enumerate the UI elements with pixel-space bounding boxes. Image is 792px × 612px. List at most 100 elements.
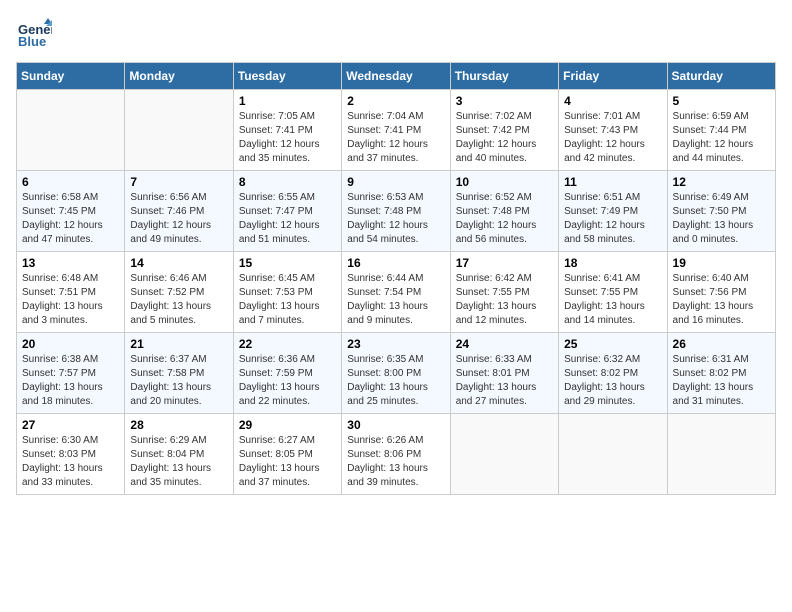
calendar-day-cell: 30 Sunrise: 6:26 AM Sunset: 8:06 PM Dayli… <box>342 414 450 495</box>
day-number: 14 <box>130 256 227 270</box>
day-info: Sunrise: 6:40 AM Sunset: 7:56 PM Dayligh… <box>673 272 770 328</box>
day-info: Sunrise: 6:42 AM Sunset: 7:55 PM Dayligh… <box>456 272 553 328</box>
day-info: Sunrise: 6:44 AM Sunset: 7:54 PM Dayligh… <box>347 272 444 328</box>
day-info: Sunrise: 6:35 AM Sunset: 8:00 PM Dayligh… <box>347 353 444 409</box>
day-info: Sunrise: 7:02 AM Sunset: 7:42 PM Dayligh… <box>456 110 553 166</box>
day-info: Sunrise: 6:26 AM Sunset: 8:06 PM Dayligh… <box>347 434 444 490</box>
day-number: 17 <box>456 256 553 270</box>
day-number: 30 <box>347 418 444 432</box>
calendar-day-cell: 18 Sunrise: 6:41 AM Sunset: 7:55 PM Dayli… <box>559 252 667 333</box>
calendar-day-cell <box>559 414 667 495</box>
calendar-week-row: 20Sunrise: 6:38 AM Sunset: 7:57 PM Dayli… <box>17 333 776 414</box>
svg-text:Blue: Blue <box>18 34 46 49</box>
day-info: Sunrise: 6:36 AM Sunset: 7:59 PM Dayligh… <box>239 353 336 409</box>
day-number: 10 <box>456 175 553 189</box>
logo: General Blue <box>16 16 56 52</box>
day-number: 29 <box>239 418 336 432</box>
calendar-day-cell <box>125 90 233 171</box>
day-info: Sunrise: 6:32 AM Sunset: 8:02 PM Dayligh… <box>564 353 661 409</box>
day-number: 1 <box>239 94 336 108</box>
day-number: 9 <box>347 175 444 189</box>
calendar-week-row: 27 Sunrise: 6:30 AM Sunset: 8:03 PM Dayli… <box>17 414 776 495</box>
day-number: 12 <box>673 175 770 189</box>
calendar-day-cell: 9 Sunrise: 6:53 AM Sunset: 7:48 PM Daylig… <box>342 171 450 252</box>
calendar-day-cell: 14 Sunrise: 6:46 AM Sunset: 7:52 PM Dayli… <box>125 252 233 333</box>
calendar-day-cell: 26 Sunrise: 6:31 AM Sunset: 8:02 PM Dayli… <box>667 333 775 414</box>
day-info: Sunrise: 6:58 AM Sunset: 7:45 PM Dayligh… <box>22 191 119 247</box>
day-info: Sunrise: 7:04 AM Sunset: 7:41 PM Dayligh… <box>347 110 444 166</box>
calendar-day-cell: 20Sunrise: 6:38 AM Sunset: 7:57 PM Dayli… <box>17 333 125 414</box>
weekday-header-tuesday: Tuesday <box>233 63 341 90</box>
calendar-day-cell: 16Sunrise: 6:44 AM Sunset: 7:54 PM Dayli… <box>342 252 450 333</box>
weekday-header-wednesday: Wednesday <box>342 63 450 90</box>
weekday-header-sunday: Sunday <box>17 63 125 90</box>
day-number: 27 <box>22 418 119 432</box>
day-number: 2 <box>347 94 444 108</box>
calendar-day-cell <box>667 414 775 495</box>
calendar-day-cell: 23 Sunrise: 6:35 AM Sunset: 8:00 PM Dayli… <box>342 333 450 414</box>
day-info: Sunrise: 6:48 AM Sunset: 7:51 PM Dayligh… <box>22 272 119 328</box>
calendar-day-cell: 7Sunrise: 6:56 AM Sunset: 7:46 PM Daylig… <box>125 171 233 252</box>
day-info: Sunrise: 6:59 AM Sunset: 7:44 PM Dayligh… <box>673 110 770 166</box>
day-info: Sunrise: 6:31 AM Sunset: 8:02 PM Dayligh… <box>673 353 770 409</box>
day-info: Sunrise: 6:37 AM Sunset: 7:58 PM Dayligh… <box>130 353 227 409</box>
day-number: 22 <box>239 337 336 351</box>
calendar-day-cell <box>17 90 125 171</box>
calendar-week-row: 1 Sunrise: 7:05 AM Sunset: 7:41 PM Daylig… <box>17 90 776 171</box>
day-info: Sunrise: 6:38 AM Sunset: 7:57 PM Dayligh… <box>22 353 119 409</box>
day-number: 23 <box>347 337 444 351</box>
calendar-day-cell: 10 Sunrise: 6:52 AM Sunset: 7:48 PM Dayli… <box>450 171 558 252</box>
calendar-table: SundayMondayTuesdayWednesdayThursdayFrid… <box>16 62 776 495</box>
day-info: Sunrise: 6:30 AM Sunset: 8:03 PM Dayligh… <box>22 434 119 490</box>
calendar-day-cell: 4 Sunrise: 7:01 AM Sunset: 7:43 PM Daylig… <box>559 90 667 171</box>
calendar-day-cell <box>450 414 558 495</box>
calendar-day-cell: 13 Sunrise: 6:48 AM Sunset: 7:51 PM Dayli… <box>17 252 125 333</box>
day-info: Sunrise: 6:52 AM Sunset: 7:48 PM Dayligh… <box>456 191 553 247</box>
calendar-day-cell: 28Sunrise: 6:29 AM Sunset: 8:04 PM Dayli… <box>125 414 233 495</box>
day-number: 28 <box>130 418 227 432</box>
day-info: Sunrise: 6:53 AM Sunset: 7:48 PM Dayligh… <box>347 191 444 247</box>
calendar-day-cell: 1 Sunrise: 7:05 AM Sunset: 7:41 PM Daylig… <box>233 90 341 171</box>
day-number: 24 <box>456 337 553 351</box>
day-number: 5 <box>673 94 770 108</box>
day-info: Sunrise: 6:41 AM Sunset: 7:55 PM Dayligh… <box>564 272 661 328</box>
day-info: Sunrise: 7:05 AM Sunset: 7:41 PM Dayligh… <box>239 110 336 166</box>
calendar-day-cell: 12 Sunrise: 6:49 AM Sunset: 7:50 PM Dayli… <box>667 171 775 252</box>
weekday-header-row: SundayMondayTuesdayWednesdayThursdayFrid… <box>17 63 776 90</box>
day-number: 7 <box>130 175 227 189</box>
weekday-header-monday: Monday <box>125 63 233 90</box>
calendar-day-cell: 5 Sunrise: 6:59 AM Sunset: 7:44 PM Daylig… <box>667 90 775 171</box>
calendar-day-cell: 24 Sunrise: 6:33 AM Sunset: 8:01 PM Dayli… <box>450 333 558 414</box>
day-info: Sunrise: 6:33 AM Sunset: 8:01 PM Dayligh… <box>456 353 553 409</box>
header: General Blue <box>16 16 776 52</box>
day-number: 6 <box>22 175 119 189</box>
calendar-day-cell: 25 Sunrise: 6:32 AM Sunset: 8:02 PM Dayli… <box>559 333 667 414</box>
calendar-day-cell: 8Sunrise: 6:55 AM Sunset: 7:47 PM Daylig… <box>233 171 341 252</box>
day-info: Sunrise: 6:49 AM Sunset: 7:50 PM Dayligh… <box>673 191 770 247</box>
day-number: 26 <box>673 337 770 351</box>
weekday-header-saturday: Saturday <box>667 63 775 90</box>
calendar-day-cell: 6 Sunrise: 6:58 AM Sunset: 7:45 PM Daylig… <box>17 171 125 252</box>
day-number: 18 <box>564 256 661 270</box>
calendar-day-cell: 22 Sunrise: 6:36 AM Sunset: 7:59 PM Dayli… <box>233 333 341 414</box>
day-number: 21 <box>130 337 227 351</box>
calendar-day-cell: 11Sunrise: 6:51 AM Sunset: 7:49 PM Dayli… <box>559 171 667 252</box>
calendar-day-cell: 27 Sunrise: 6:30 AM Sunset: 8:03 PM Dayli… <box>17 414 125 495</box>
day-info: Sunrise: 6:45 AM Sunset: 7:53 PM Dayligh… <box>239 272 336 328</box>
logo-icon: General Blue <box>16 16 52 52</box>
calendar-day-cell: 21 Sunrise: 6:37 AM Sunset: 7:58 PM Dayli… <box>125 333 233 414</box>
day-info: Sunrise: 6:46 AM Sunset: 7:52 PM Dayligh… <box>130 272 227 328</box>
weekday-header-thursday: Thursday <box>450 63 558 90</box>
day-number: 8 <box>239 175 336 189</box>
calendar-week-row: 13 Sunrise: 6:48 AM Sunset: 7:51 PM Dayli… <box>17 252 776 333</box>
calendar-day-cell: 2 Sunrise: 7:04 AM Sunset: 7:41 PM Daylig… <box>342 90 450 171</box>
calendar-day-cell: 29Sunrise: 6:27 AM Sunset: 8:05 PM Dayli… <box>233 414 341 495</box>
day-number: 19 <box>673 256 770 270</box>
day-number: 4 <box>564 94 661 108</box>
calendar-day-cell: 3Sunrise: 7:02 AM Sunset: 7:42 PM Daylig… <box>450 90 558 171</box>
day-number: 13 <box>22 256 119 270</box>
calendar-day-cell: 15Sunrise: 6:45 AM Sunset: 7:53 PM Dayli… <box>233 252 341 333</box>
day-number: 25 <box>564 337 661 351</box>
day-info: Sunrise: 7:01 AM Sunset: 7:43 PM Dayligh… <box>564 110 661 166</box>
calendar-day-cell: 19 Sunrise: 6:40 AM Sunset: 7:56 PM Dayli… <box>667 252 775 333</box>
